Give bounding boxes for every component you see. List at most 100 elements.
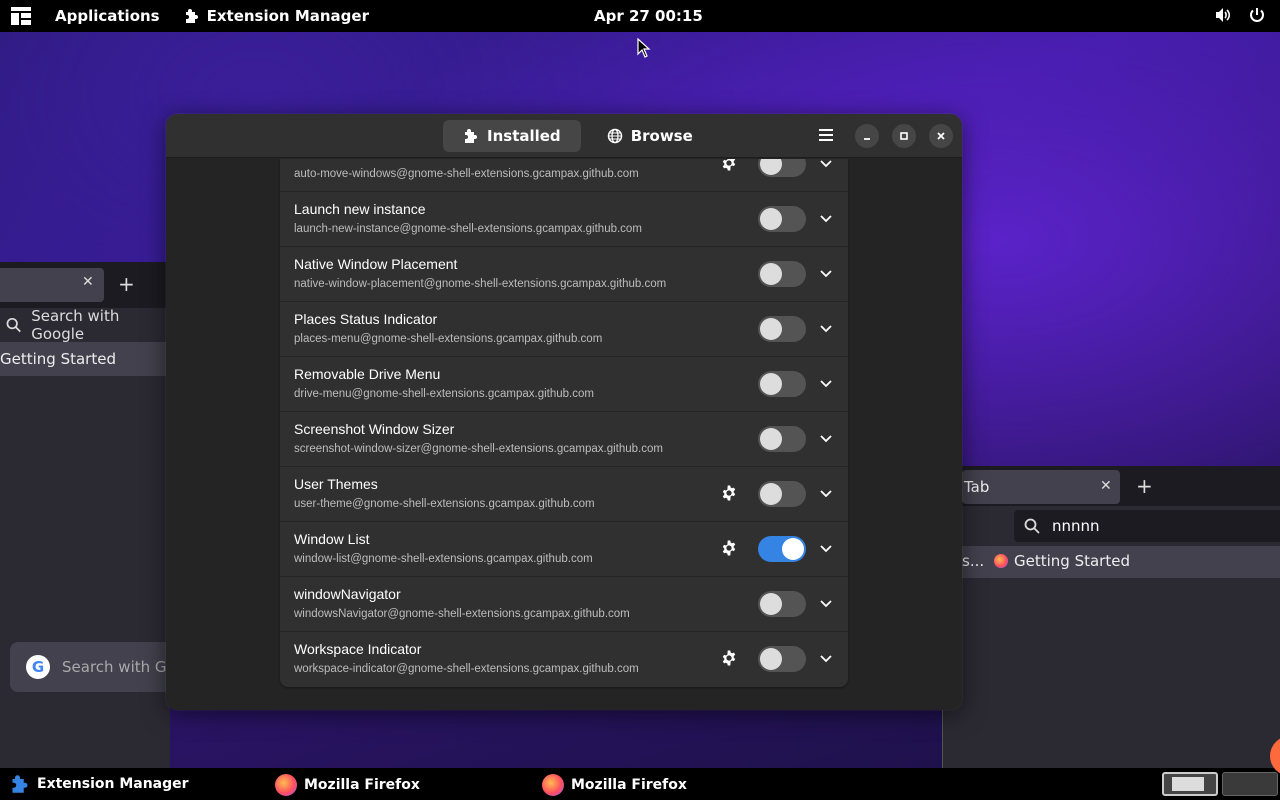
chevron-down-icon[interactable] — [818, 430, 834, 446]
workspace-2[interactable] — [1222, 772, 1278, 796]
tab-installed[interactable]: Installed — [443, 120, 581, 152]
extension-name: Screenshot Window Sizer — [294, 421, 455, 437]
new-tab-icon[interactable]: + — [1136, 474, 1153, 498]
extension-name: Places Status Indicator — [294, 311, 438, 327]
chevron-down-icon[interactable] — [818, 320, 834, 336]
chevron-down-icon[interactable] — [818, 265, 834, 281]
mouse-cursor-icon — [637, 38, 651, 58]
extension-name: Workspace Indicator — [294, 641, 422, 657]
clock[interactable]: Apr 27 00:15 — [594, 7, 703, 25]
switch-knob — [760, 263, 782, 285]
close-tab-icon[interactable]: ✕ — [1100, 478, 1112, 494]
bookmarks-toolbar: Getting Started — [0, 342, 170, 376]
tab-strip: Tab ✕ + — [942, 466, 1280, 506]
extension-name: Removable Drive Menu — [294, 366, 441, 382]
extension-row[interactable]: Window List window-list@gnome-shell-exten… — [280, 522, 848, 577]
extension-row[interactable]: Places Status Indicator places-menu@gnome… — [280, 302, 848, 357]
system-tray[interactable] — [1214, 6, 1266, 24]
google-search-box[interactable]: G Search with Go — [10, 642, 180, 692]
enable-switch[interactable] — [758, 371, 806, 397]
enable-switch[interactable] — [758, 261, 806, 287]
enable-switch[interactable] — [758, 206, 806, 232]
extension-uuid: places-menu@gnome-shell-extensions.gcamp… — [294, 333, 603, 345]
bookmark-label: Getting Started — [1014, 552, 1130, 570]
enable-switch[interactable] — [758, 159, 806, 177]
switch-knob — [760, 648, 782, 670]
chevron-down-icon[interactable] — [818, 595, 834, 611]
chevron-down-icon[interactable] — [818, 485, 834, 501]
enable-switch[interactable] — [758, 426, 806, 452]
url-bar[interactable]: nnnnn — [1014, 510, 1280, 542]
applications-menu[interactable]: Applications — [55, 7, 160, 25]
extension-name: User Themes — [294, 476, 378, 492]
switch-knob — [782, 538, 804, 560]
maximize-button[interactable] — [892, 124, 916, 148]
switch-knob — [760, 483, 782, 505]
extension-row[interactable]: Auto Move Windows auto-move-windows@gnome… — [280, 159, 848, 192]
new-tab-icon[interactable]: + — [118, 272, 135, 296]
url-value: nnnnn — [1052, 517, 1100, 535]
extension-row[interactable]: User Themes user-theme@gnome-shell-extens… — [280, 467, 848, 522]
workspace-1[interactable] — [1162, 772, 1218, 796]
settings-gear-icon[interactable] — [720, 539, 738, 557]
url-bar[interactable]: Search with Google — [0, 307, 170, 343]
settings-gear-icon[interactable] — [720, 159, 738, 172]
bookmark-getting-started[interactable]: Getting Started — [994, 552, 1130, 570]
google-search-placeholder: Search with Go — [62, 658, 176, 676]
applications-grid-icon[interactable] — [11, 7, 31, 25]
extension-row[interactable]: Launch new instance launch-new-instance@g… — [280, 192, 848, 247]
extension-row[interactable]: Workspace Indicator workspace-indicator@g… — [280, 632, 848, 687]
enable-switch[interactable] — [758, 316, 806, 342]
extension-name: Launch new instance — [294, 201, 426, 217]
close-tab-icon[interactable]: ✕ — [82, 274, 94, 290]
extension-list: Auto Move Windows auto-move-windows@gnome… — [280, 159, 848, 687]
chevron-down-icon[interactable] — [818, 650, 834, 666]
bookmark-overflow[interactable]: s... — [962, 552, 984, 570]
active-app-menu[interactable]: Extension Manager — [184, 7, 369, 25]
search-icon — [1024, 518, 1040, 534]
task-firefox-1[interactable]: Mozilla Firefox — [275, 774, 420, 796]
installed-page[interactable]: Auto Move Windows auto-move-windows@gnome… — [166, 159, 962, 710]
tab-strip: ✕ + — [0, 262, 170, 308]
chevron-down-icon[interactable] — [818, 210, 834, 226]
chevron-down-icon[interactable] — [818, 540, 834, 556]
tab-label: Tab — [964, 478, 990, 496]
bookmarks-toolbar: s... Getting Started — [942, 546, 1280, 578]
switch-knob — [760, 428, 782, 450]
extension-row[interactable]: Removable Drive Menu drive-menu@gnome-she… — [280, 357, 848, 412]
firefox-window-left[interactable]: ✕ + Search with Google Getting Started G… — [0, 262, 180, 768]
task-label: Extension Manager — [37, 776, 189, 792]
enable-switch[interactable] — [758, 536, 806, 562]
settings-gear-icon[interactable] — [720, 649, 738, 667]
page-body — [942, 578, 1280, 768]
enable-switch[interactable] — [758, 591, 806, 617]
task-firefox-2[interactable]: Mozilla Firefox — [542, 774, 687, 796]
task-extension-manager[interactable]: Extension Manager — [10, 774, 189, 794]
enable-switch[interactable] — [758, 481, 806, 507]
main-menu-icon[interactable] — [816, 125, 836, 145]
extension-uuid: auto-move-windows@gnome-shell-extensions… — [294, 168, 639, 180]
chevron-down-icon[interactable] — [818, 159, 834, 171]
extension-row[interactable]: Native Window Placement native-window-pla… — [280, 247, 848, 302]
applications-label: Applications — [55, 7, 160, 25]
extension-row[interactable]: windowNavigator windowsNavigator@gnome-sh… — [280, 577, 848, 632]
puzzle-icon — [12, 775, 28, 793]
nav-bar: nnnnn — [942, 506, 1280, 546]
minimize-button[interactable] — [855, 124, 879, 148]
extension-row[interactable]: Screenshot Window Sizer screenshot-window… — [280, 412, 848, 467]
extension-uuid: windowsNavigator@gnome-shell-extensions.… — [294, 608, 630, 620]
enable-switch[interactable] — [758, 646, 806, 672]
extension-name: Auto Move Windows — [294, 159, 422, 162]
chevron-down-icon[interactable] — [818, 375, 834, 391]
firefox-window-right[interactable]: Tab ✕ + nnnnn s... Getting Started — [942, 466, 1280, 768]
volume-icon — [1216, 8, 1231, 22]
extension-uuid: native-window-placement@gnome-shell-exte… — [294, 278, 667, 290]
tab-browse[interactable]: Browse — [587, 120, 713, 152]
close-button[interactable] — [929, 124, 953, 148]
switch-knob — [760, 318, 782, 340]
bookmark-getting-started[interactable]: Getting Started — [0, 350, 116, 368]
minimize-icon — [864, 138, 870, 140]
settings-gear-icon[interactable] — [720, 484, 738, 502]
extension-uuid: window-list@gnome-shell-extensions.gcamp… — [294, 553, 593, 565]
workspace-window-thumb — [1172, 777, 1204, 791]
